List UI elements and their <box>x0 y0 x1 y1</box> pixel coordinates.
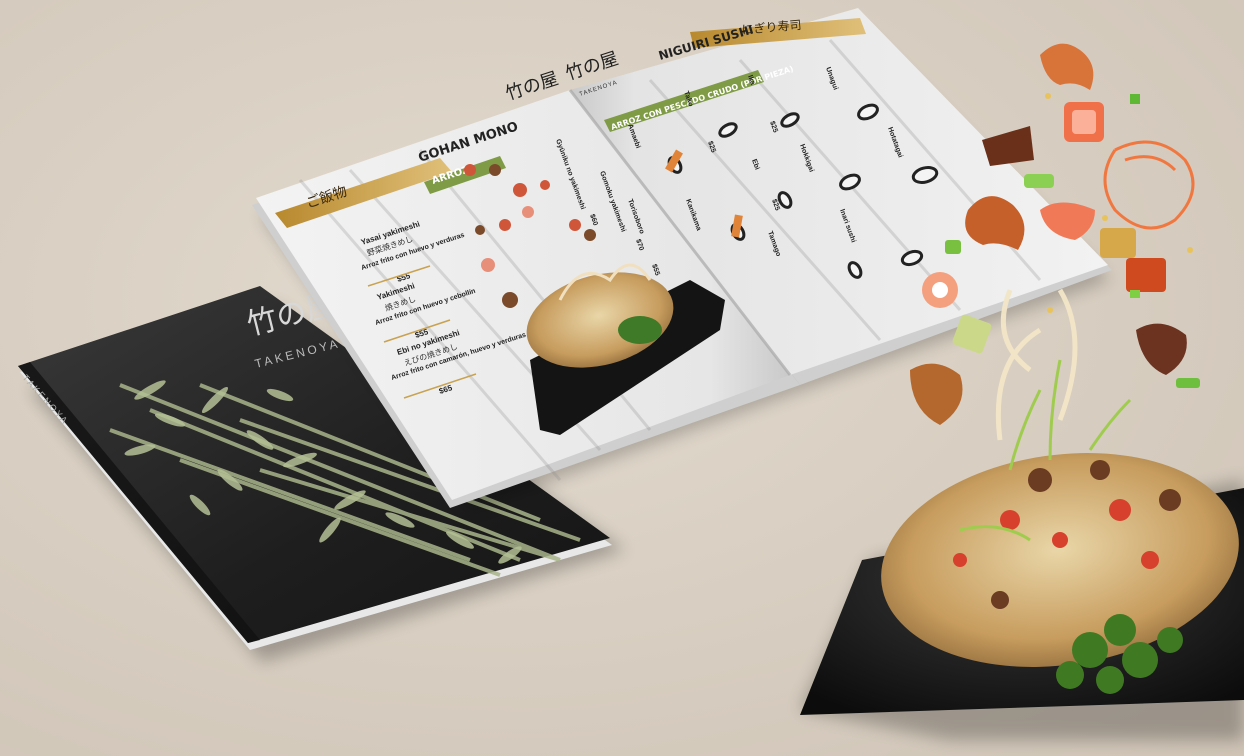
shrimp-icon <box>1040 43 1094 90</box>
scene-svg: TAKENOYA 竹の屋 TAKENOYA ご飯物 GOHAN MONO ARR… <box>18 8 1244 740</box>
menu-mockup-scene: TAKENOYA 竹の屋 TAKENOYA ご飯物 GOHAN MONO ARR… <box>0 0 1244 756</box>
